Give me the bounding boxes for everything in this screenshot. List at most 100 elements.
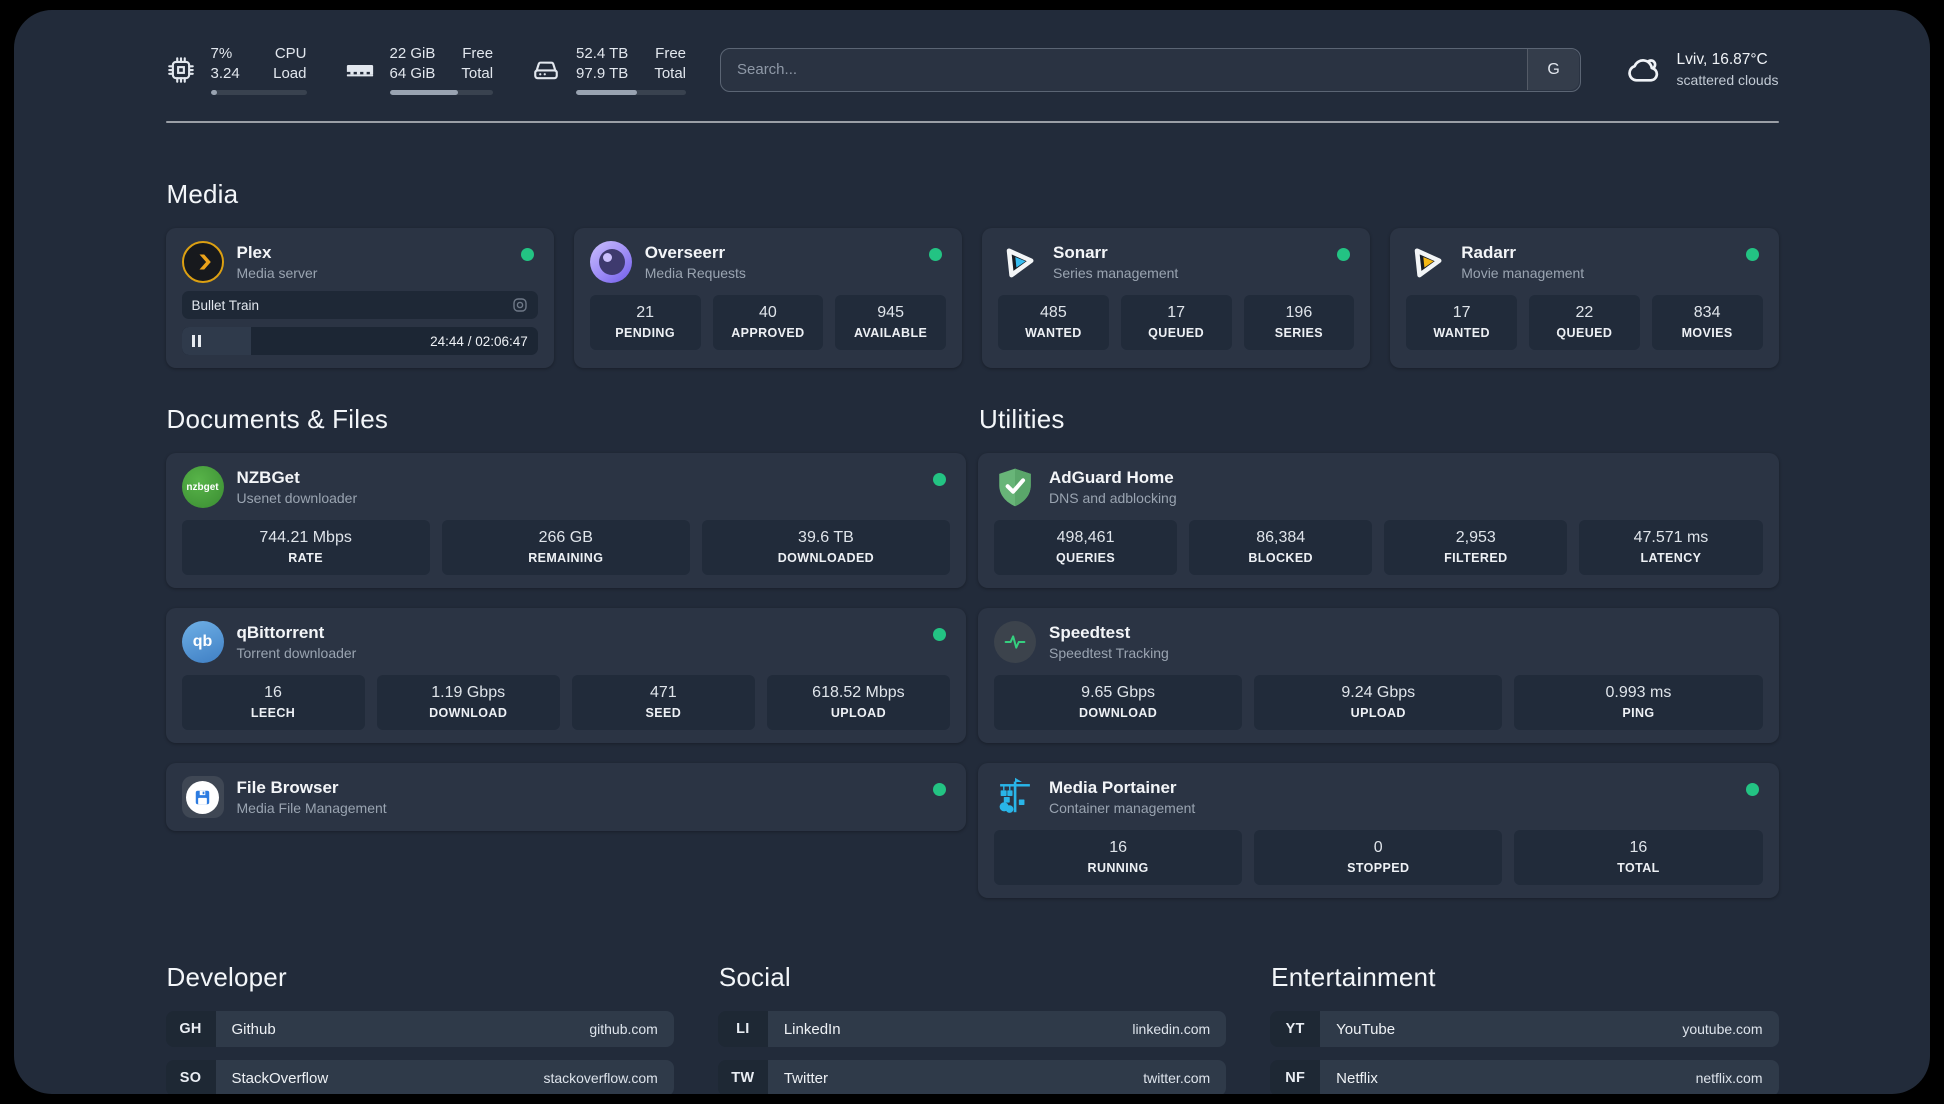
bookmark-abbr: LI xyxy=(717,1011,768,1047)
bookmark-name: StackOverflow xyxy=(231,1069,329,1087)
nzbget-card[interactable]: nzbget NZBGet Usenet downloader 744.21 M… xyxy=(165,453,966,588)
weather-location: Lviv, 16.87°C xyxy=(1676,51,1768,68)
memory-values: 22 GiB 64 GiB xyxy=(389,45,436,82)
bookmark-section-social: Social LI LinkedIn linkedin.com TW Twitt… xyxy=(717,962,1227,1094)
bookmark-name: YouTube xyxy=(1336,1020,1396,1038)
memory-icon xyxy=(346,64,373,76)
stat-tile: 39.6 TB DOWNLOADED xyxy=(701,520,951,575)
stat-tile: 9.65 Gbps DOWNLOAD xyxy=(994,675,1243,730)
app-description: Media server xyxy=(236,264,318,281)
pause-icon xyxy=(191,335,201,347)
app-name: File Browser xyxy=(236,777,339,797)
memory-stat: 22 GiB 64 GiB Free Total xyxy=(345,44,494,95)
stat-tile: 22 QUEUED xyxy=(1529,295,1640,350)
nzbget-status-dot xyxy=(933,473,946,486)
overseerr-card[interactable]: Overseerr Media Requests 21 PENDING 40 A… xyxy=(573,228,962,368)
cpu-labels: CPU Load xyxy=(273,45,307,82)
weather-condition: scattered clouds xyxy=(1676,72,1779,88)
bookmark-abbr: TW xyxy=(717,1060,768,1094)
bookmark-stackoverflow[interactable]: SO StackOverflow stackoverflow.com xyxy=(165,1060,674,1094)
bookmark-url: youtube.com xyxy=(1682,1021,1763,1037)
qbittorrent-card[interactable]: qb qBittorrent Torrent downloader 16 LEE… xyxy=(165,608,966,743)
plex-status-dot xyxy=(520,248,534,261)
stat-tile: 485 WANTED xyxy=(998,295,1109,350)
disk-values: 52.4 TB 97.9 TB xyxy=(576,45,629,82)
stat-tile: 1.19 Gbps DOWNLOAD xyxy=(376,675,560,730)
bookmark-url: twitter.com xyxy=(1143,1070,1211,1086)
speedtest-card[interactable]: Speedtest Speedtest Tracking 9.65 Gbps D… xyxy=(978,608,1779,743)
app-description: Movie management xyxy=(1461,264,1585,281)
sonarr-card[interactable]: Sonarr Series management 485 WANTED 17 Q… xyxy=(982,228,1371,368)
stat-tile: 16 TOTAL xyxy=(1514,830,1763,885)
bookmark-abbr: NF xyxy=(1270,1060,1321,1094)
header: 7% 3.24 CPU Load 22 GiB 64 GiB Free Tota… xyxy=(166,10,1779,95)
section-title-media: Media xyxy=(166,179,239,209)
cpu-progress-bar xyxy=(210,90,307,95)
stat-tile: 744.21 Mbps RATE xyxy=(181,520,430,575)
app-name: Overseerr xyxy=(644,242,726,262)
dashboard: 7% 3.24 CPU Load 22 GiB 64 GiB Free Tota… xyxy=(14,10,1930,1094)
app-description: DNS and adblocking xyxy=(1049,489,1177,506)
app-name: Speedtest xyxy=(1049,622,1131,642)
qbittorrent-status-dot xyxy=(933,628,946,641)
bookmark-name: Github xyxy=(231,1020,276,1038)
filebrowser-card[interactable]: File Browser Media File Management xyxy=(165,763,966,831)
playback-time: 24:44 / 02:06:47 xyxy=(430,333,528,349)
bookmark-twitter[interactable]: TW Twitter twitter.com xyxy=(717,1060,1227,1094)
stat-tile: 0 STOPPED xyxy=(1254,830,1503,885)
bookmark-url: stackoverflow.com xyxy=(543,1070,658,1086)
bookmark-abbr: SO xyxy=(165,1060,216,1094)
bookmark-name: Twitter xyxy=(783,1069,829,1087)
radarr-card[interactable]: Radarr Movie management 17 WANTED 22 QUE… xyxy=(1390,228,1779,368)
bookmark-github[interactable]: GH Github github.com xyxy=(165,1011,674,1047)
playback-progress-bar[interactable]: 24:44 / 02:06:47 xyxy=(181,327,538,355)
disk-labels: Free Total xyxy=(654,45,686,82)
section-title-entertainment: Entertainment xyxy=(1271,962,1436,992)
session-icon xyxy=(513,298,527,312)
app-name: NZBGet xyxy=(236,467,300,487)
sonarr-icon xyxy=(998,241,1040,283)
stat-tile: 498,461 QUERIES xyxy=(994,520,1178,575)
speedtest-icon xyxy=(994,621,1036,663)
search-engine-button[interactable]: G xyxy=(1527,49,1580,90)
bookmark-linkedin[interactable]: LI LinkedIn linkedin.com xyxy=(717,1011,1227,1047)
app-description: Series management xyxy=(1053,264,1179,281)
stat-tile: 21 PENDING xyxy=(589,295,701,350)
bookmark-abbr: GH xyxy=(165,1011,216,1047)
stat-tile: 40 APPROVED xyxy=(712,295,824,350)
app-name: Media Portainer xyxy=(1049,777,1177,797)
stat-tile: 0.993 ms PING xyxy=(1514,675,1763,730)
radarr-status-dot xyxy=(1745,248,1759,261)
bookmark-url: linkedin.com xyxy=(1132,1021,1211,1037)
disk-icon xyxy=(534,61,558,79)
portainer-icon xyxy=(994,776,1036,818)
disk-progress-bar xyxy=(576,90,686,95)
stat-tile: 196 SERIES xyxy=(1243,295,1355,350)
portainer-card[interactable]: Media Portainer Container management 16 … xyxy=(978,763,1779,898)
nzbget-icon: nzbget xyxy=(181,466,224,508)
stat-tile: 834 MOVIES xyxy=(1651,295,1763,350)
cpu-icon xyxy=(167,56,194,83)
plex-card[interactable]: Plex Media server Bullet Train 24:44 / 0… xyxy=(165,228,554,368)
section-title-documents: Documents & Files xyxy=(166,404,389,434)
bookmark-netflix[interactable]: NF Netflix netflix.com xyxy=(1270,1060,1779,1094)
overseerr-icon xyxy=(589,241,632,283)
plex-icon xyxy=(181,241,224,283)
search-input[interactable] xyxy=(720,47,1581,92)
app-name: AdGuard Home xyxy=(1049,467,1174,487)
section-title-social: Social xyxy=(718,962,791,992)
qbittorrent-icon: qb xyxy=(181,621,224,663)
app-name: qBittorrent xyxy=(236,622,325,642)
stat-tile: 9.24 Gbps UPLOAD xyxy=(1254,675,1503,730)
cloud-icon xyxy=(1627,58,1658,82)
stat-tile: 47.571 ms LATENCY xyxy=(1579,520,1763,575)
stat-tile: 86,384 BLOCKED xyxy=(1189,520,1373,575)
filebrowser-status-dot xyxy=(933,783,946,796)
bookmark-name: Netflix xyxy=(1336,1069,1378,1087)
adguard-card[interactable]: AdGuard Home DNS and adblocking 498,461 … xyxy=(978,453,1779,588)
bookmark-youtube[interactable]: YT YouTube youtube.com xyxy=(1270,1011,1779,1047)
disk-stat: 52.4 TB 97.9 TB Free Total xyxy=(531,44,686,95)
stat-tile: 471 SEED xyxy=(571,675,755,730)
app-description: Torrent downloader xyxy=(236,644,357,661)
bookmark-name: LinkedIn xyxy=(783,1020,841,1038)
